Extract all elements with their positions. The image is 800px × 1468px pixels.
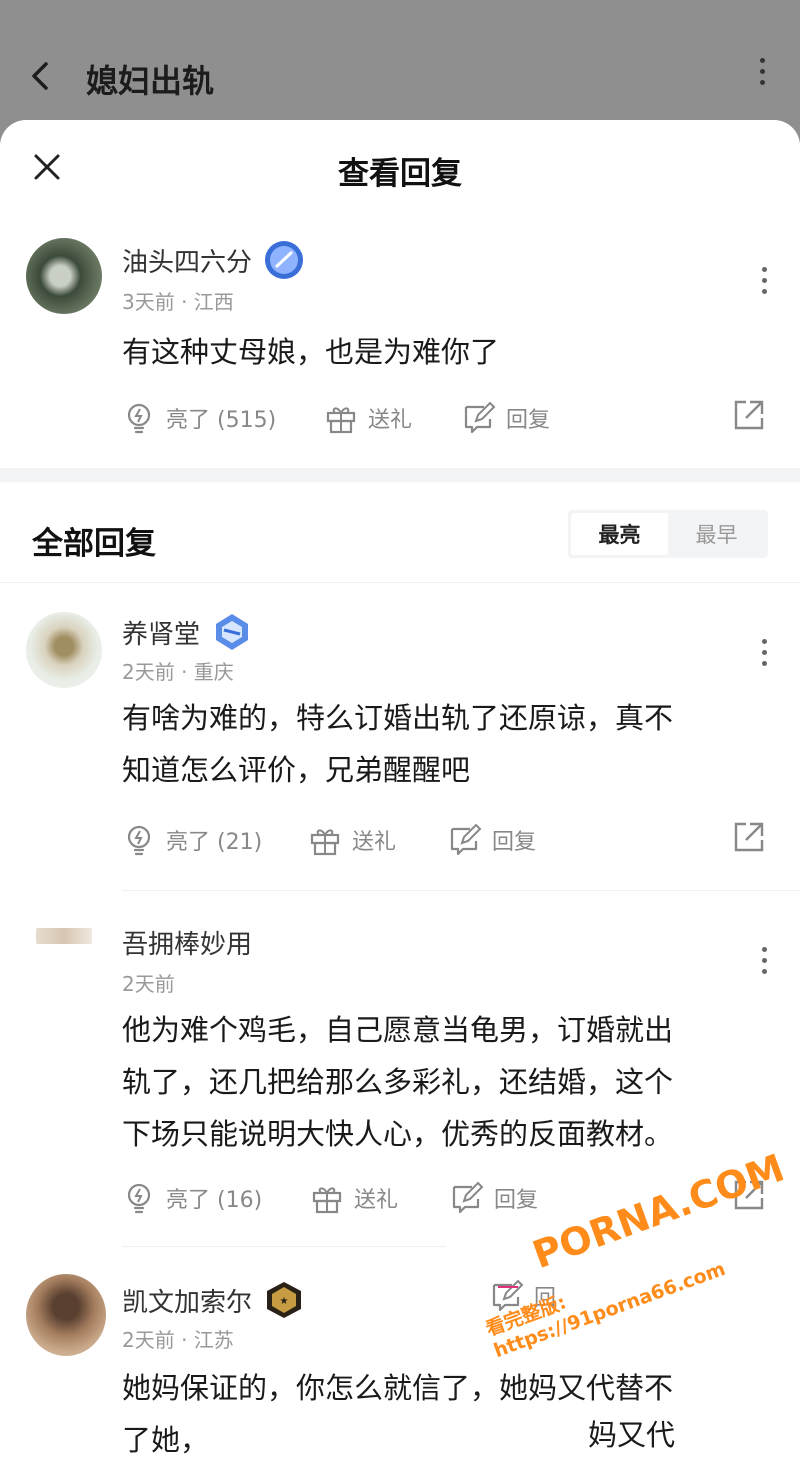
user-row: 吾拥棒妙用	[122, 924, 252, 961]
overlay-caption: 妈又代	[584, 1412, 680, 1454]
username[interactable]: 养肾堂	[122, 614, 200, 651]
reply-button[interactable]: 回	[490, 1274, 556, 1318]
section-divider	[0, 468, 800, 482]
user-row: 油头四六分	[122, 240, 304, 280]
lightbulb-icon	[127, 403, 151, 434]
comment-line: 她妈保证的，你怎么就信了，她妈又代替不	[122, 1371, 674, 1405]
gift-icon	[312, 1187, 342, 1214]
reply-edit-icon	[464, 401, 496, 434]
sort-toggle: 最亮 最早	[568, 510, 768, 558]
user-row: 凯文加索尔 ★	[122, 1280, 304, 1320]
like-button[interactable]: 亮了 (21)	[122, 818, 262, 862]
comment-text: 有啥为难的，特么订婚出轨了还原谅，真不 知道怎么评价，兄弟醒醒吧	[122, 692, 752, 796]
sort-hottest-tab[interactable]: 最亮	[571, 513, 668, 555]
level-badge-icon	[265, 241, 304, 279]
svg-text:★: ★	[280, 1296, 289, 1307]
gift-button[interactable]: 送礼	[308, 818, 396, 862]
like-button[interactable]: 亮了 (16)	[122, 1176, 262, 1220]
reply-label: 回复	[494, 1188, 539, 1213]
comment-more-icon[interactable]	[752, 632, 776, 672]
like-count: 亮了 (515)	[166, 408, 277, 433]
comment-line: 知道怎么评价，兄弟醒醒吧	[122, 753, 471, 787]
comment-line: 下场只能说明大快人心，优秀的反面教材。	[122, 1117, 674, 1151]
comment-actions: 亮了 (21) 送礼 回复	[122, 818, 782, 862]
comment-text: 他为难个鸡毛，自己愿意当龟男，订婚就出 轨了，还几把给那么多彩礼，还结婚，这个 …	[122, 1004, 752, 1160]
share-icon[interactable]	[732, 820, 766, 854]
username[interactable]: 凯文加索尔	[122, 1282, 252, 1319]
reply-edit-icon	[492, 1279, 524, 1312]
divider	[122, 890, 800, 891]
avatar[interactable]	[26, 1274, 106, 1356]
section-title: 全部回复	[32, 526, 156, 562]
comment-meta: 2天前 · 江苏	[122, 1328, 234, 1352]
reply-sheet: 查看回复 油头四六分 3天前 · 江西 有这种丈母娘，也是为难你了 亮了 (51…	[0, 120, 800, 1468]
gift-label: 送礼	[354, 1188, 399, 1213]
sort-earliest-tab[interactable]: 最早	[668, 513, 765, 555]
avatar[interactable]	[36, 928, 92, 944]
like-button[interactable]: 亮了 (515)	[122, 396, 276, 440]
chevron-left-icon	[32, 62, 48, 90]
divider	[0, 582, 800, 583]
user-row: 养肾堂	[122, 612, 252, 652]
comment-text: 有这种丈母娘，也是为难你了	[122, 335, 500, 369]
username[interactable]: 油头四六分	[122, 242, 252, 279]
lightbulb-icon	[127, 825, 151, 856]
reply-label: 回	[534, 1286, 557, 1311]
like-count: 亮了 (16)	[166, 1188, 263, 1213]
gift-label: 送礼	[368, 408, 413, 433]
share-icon[interactable]	[732, 1178, 766, 1212]
sheet-title: 查看回复	[338, 156, 462, 192]
comment-meta: 3天前 · 江西	[122, 290, 234, 314]
level-badge-icon: ★	[267, 1282, 302, 1318]
reply-button[interactable]: 回复	[462, 396, 550, 440]
gift-button[interactable]: 送礼	[310, 1176, 398, 1220]
comment-meta: 2天前 · 重庆	[122, 660, 234, 684]
reply-label: 回复	[492, 830, 537, 855]
page-title: 媳妇出轨	[86, 62, 215, 100]
share-icon[interactable]	[732, 398, 766, 432]
comment-line: 轨了，还几把给那么多彩礼，还结婚，这个	[122, 1065, 674, 1099]
sheet-header: 查看回复	[0, 120, 800, 216]
reply-edit-icon	[452, 1181, 484, 1214]
avatar[interactable]	[26, 612, 102, 688]
comment-more-icon[interactable]	[752, 940, 776, 980]
reply-button[interactable]: 回复	[450, 1176, 538, 1220]
avatar[interactable]	[26, 238, 102, 314]
more-options-icon[interactable]	[750, 58, 774, 94]
like-count: 亮了 (21)	[166, 830, 263, 855]
reply-label: 回复	[506, 408, 551, 433]
comment-actions: 亮了 (16) 送礼 回复	[122, 1176, 782, 1220]
level-badge-icon	[216, 614, 249, 650]
gift-button[interactable]: 送礼	[324, 396, 412, 440]
comment-line: 他为难个鸡毛，自己愿意当龟男，订婚就出	[122, 1013, 674, 1047]
back-button[interactable]	[26, 58, 54, 94]
comment-meta: 2天前	[122, 972, 175, 996]
gift-icon	[310, 829, 340, 856]
reply-button[interactable]: 回复	[448, 818, 536, 862]
gift-label: 送礼	[352, 830, 397, 855]
gift-icon	[326, 407, 356, 434]
comment-actions: 亮了 (515) 送礼 回复	[122, 396, 782, 440]
reply-edit-icon	[450, 823, 482, 856]
divider	[122, 1246, 446, 1247]
lightbulb-icon	[127, 1183, 151, 1214]
comment-line: 有啥为难的，特么订婚出轨了还原谅，真不	[122, 701, 674, 735]
username[interactable]: 吾拥棒妙用	[122, 924, 252, 961]
comment-more-icon[interactable]	[752, 260, 776, 300]
